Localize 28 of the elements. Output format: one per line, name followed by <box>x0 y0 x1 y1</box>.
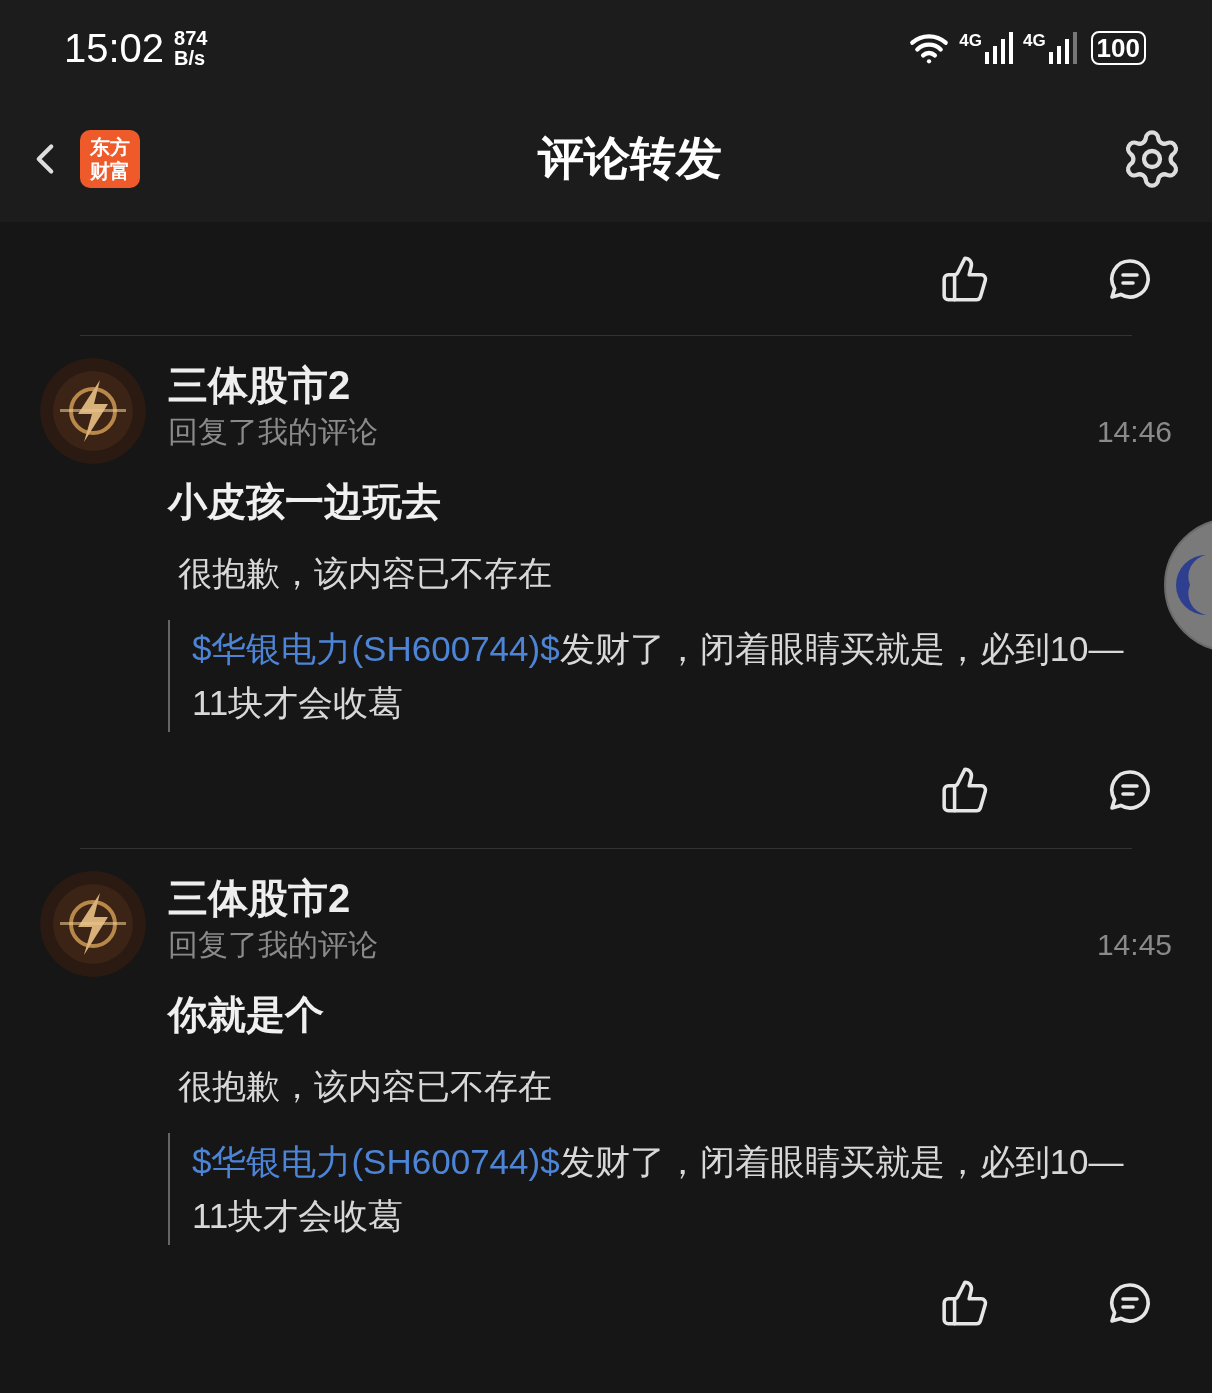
quoted-comment: $华银电力(SH600744)$发财了，闭着眼睛买就是，必到10—11块才会收葛 <box>192 1141 1125 1237</box>
clock: 15:02 <box>64 24 165 72</box>
username: 三体股市2 <box>168 362 352 409</box>
signal-icon <box>1048 31 1077 64</box>
network-speed: B/s <box>174 47 207 68</box>
deleted-notice: 很抱歉，该内容已不存在 <box>178 553 553 594</box>
battery-indicator: 100 <box>1090 30 1146 65</box>
reply-text: 你就是个 <box>168 992 325 1038</box>
stock-link[interactable]: $华银电力(SH600744)$ <box>192 1142 560 1181</box>
like-icon[interactable] <box>940 765 990 815</box>
comment-time: 14:45 <box>1096 927 1172 963</box>
quoted-comment: $华银电力(SH600744)$发财了，闭着眼睛买就是，必到10—11块才会收葛 <box>192 628 1125 724</box>
signal-icon <box>984 31 1013 64</box>
stock-link[interactable]: $华银电力(SH600744)$ <box>192 629 560 668</box>
username: 三体股市2 <box>168 875 352 922</box>
page-title: 评论转发 <box>538 131 722 186</box>
like-icon[interactable] <box>940 1278 990 1328</box>
reply-text: 小皮孩一边玩去 <box>168 479 442 525</box>
deleted-notice: 很抱歉，该内容已不存在 <box>178 1066 553 1107</box>
comment-time: 14:46 <box>1096 414 1172 450</box>
logo-text: 财富 <box>90 158 130 183</box>
reply-notice: 回复了我的评论 <box>168 927 378 963</box>
network-type: 4G <box>959 31 982 49</box>
logo-text: 东方 <box>90 134 130 159</box>
network-type: 4G <box>1022 31 1046 49</box>
like-icon[interactable] <box>940 254 990 304</box>
network-speed: 874 <box>174 27 208 48</box>
reply-notice: 回复了我的评论 <box>168 414 378 450</box>
